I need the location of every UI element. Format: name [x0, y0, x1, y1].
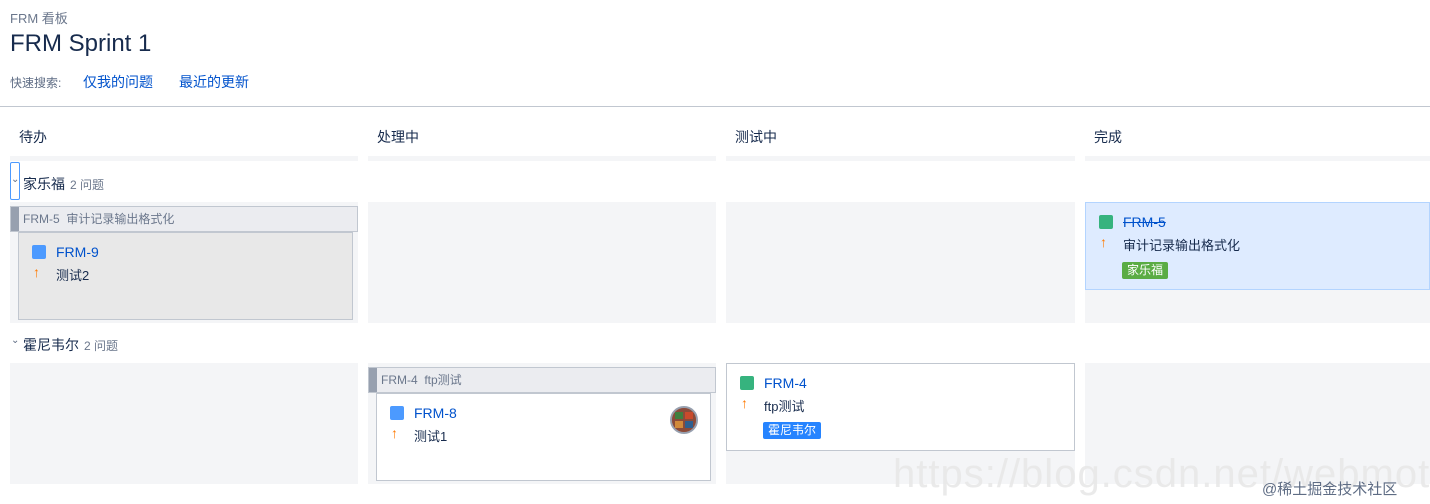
- parent-issue-text: FRM-5 审计记录输出格式化: [23, 212, 175, 226]
- board-cell: [10, 363, 358, 484]
- credit-watermark: @稀土掘金技术社区: [1262, 481, 1398, 498]
- story-icon: [1099, 215, 1113, 229]
- issue-summary: 测试1: [414, 429, 448, 444]
- board-cell: [368, 202, 716, 323]
- priority-high-icon: ↑: [391, 425, 398, 441]
- quick-filter-recent-updates[interactable]: 最近的更新: [179, 72, 249, 92]
- parent-issue-text: FRM-4 ftp测试: [381, 373, 462, 387]
- issue-card-frm-5[interactable]: FRM-5 ↑ 审计记录输出格式化 家乐福: [1085, 202, 1430, 290]
- column-bar: [10, 156, 358, 161]
- story-icon: [740, 376, 754, 390]
- parent-stripe: [369, 368, 377, 392]
- issue-summary: 测试2: [56, 268, 90, 283]
- epic-label[interactable]: 家乐福: [1122, 262, 1169, 279]
- issue-card-frm-8[interactable]: FRM-8 ↑ 测试1: [376, 393, 711, 481]
- parent-issue-bar[interactable]: FRM-5 审计记录输出格式化: [10, 206, 358, 232]
- epic-label[interactable]: 霍尼韦尔: [763, 422, 822, 439]
- issue-summary: 审计记录输出格式化: [1123, 238, 1241, 253]
- quick-filter-my-issues[interactable]: 仅我的问题: [83, 72, 153, 92]
- subtask-icon: [32, 245, 46, 259]
- issue-summary: ftp测试: [764, 399, 805, 414]
- issue-key[interactable]: FRM-8: [414, 405, 457, 421]
- issue-key[interactable]: FRM-9: [56, 244, 99, 260]
- breadcrumb[interactable]: FRM 看板: [10, 8, 68, 27]
- board-title: FRM Sprint 1: [10, 30, 152, 57]
- board-cell: [726, 202, 1075, 323]
- avatar-image: [672, 408, 696, 432]
- header-divider: [0, 106, 1430, 107]
- column-header-todo: 待办: [19, 129, 47, 145]
- issue-card-frm-9[interactable]: FRM-9 ↑ 测试2: [18, 232, 353, 320]
- column-header-in-progress: 处理中: [377, 129, 419, 145]
- swimlane-issue-count: 2 问题: [84, 339, 119, 353]
- assignee-avatar[interactable]: [670, 406, 698, 434]
- priority-high-icon: ↑: [741, 395, 748, 411]
- column-bar: [726, 156, 1075, 161]
- chevron-down-icon[interactable]: ⌄: [11, 174, 19, 185]
- issue-key[interactable]: FRM-5: [1123, 214, 1166, 230]
- priority-high-icon: ↑: [1100, 234, 1107, 250]
- swimlane-name[interactable]: 霍尼韦尔: [23, 335, 79, 355]
- subtask-icon: [390, 406, 404, 420]
- chevron-down-icon[interactable]: ⌄: [11, 335, 19, 346]
- swimlane-name[interactable]: 家乐福: [23, 174, 65, 194]
- quick-search-label: 快速搜索:: [10, 76, 62, 90]
- column-bar: [368, 156, 716, 161]
- column-header-testing: 测试中: [735, 129, 777, 145]
- issue-card-frm-4[interactable]: FRM-4 ↑ ftp测试 霍尼韦尔: [726, 363, 1075, 451]
- column-bar: [1085, 156, 1430, 161]
- column-header-done: 完成: [1094, 129, 1122, 145]
- issue-key[interactable]: FRM-4: [764, 375, 807, 391]
- priority-high-icon: ↑: [33, 264, 40, 280]
- swimlane-issue-count: 2 问题: [70, 178, 105, 192]
- parent-stripe: [11, 207, 19, 231]
- parent-issue-bar[interactable]: FRM-4 ftp测试: [368, 367, 716, 393]
